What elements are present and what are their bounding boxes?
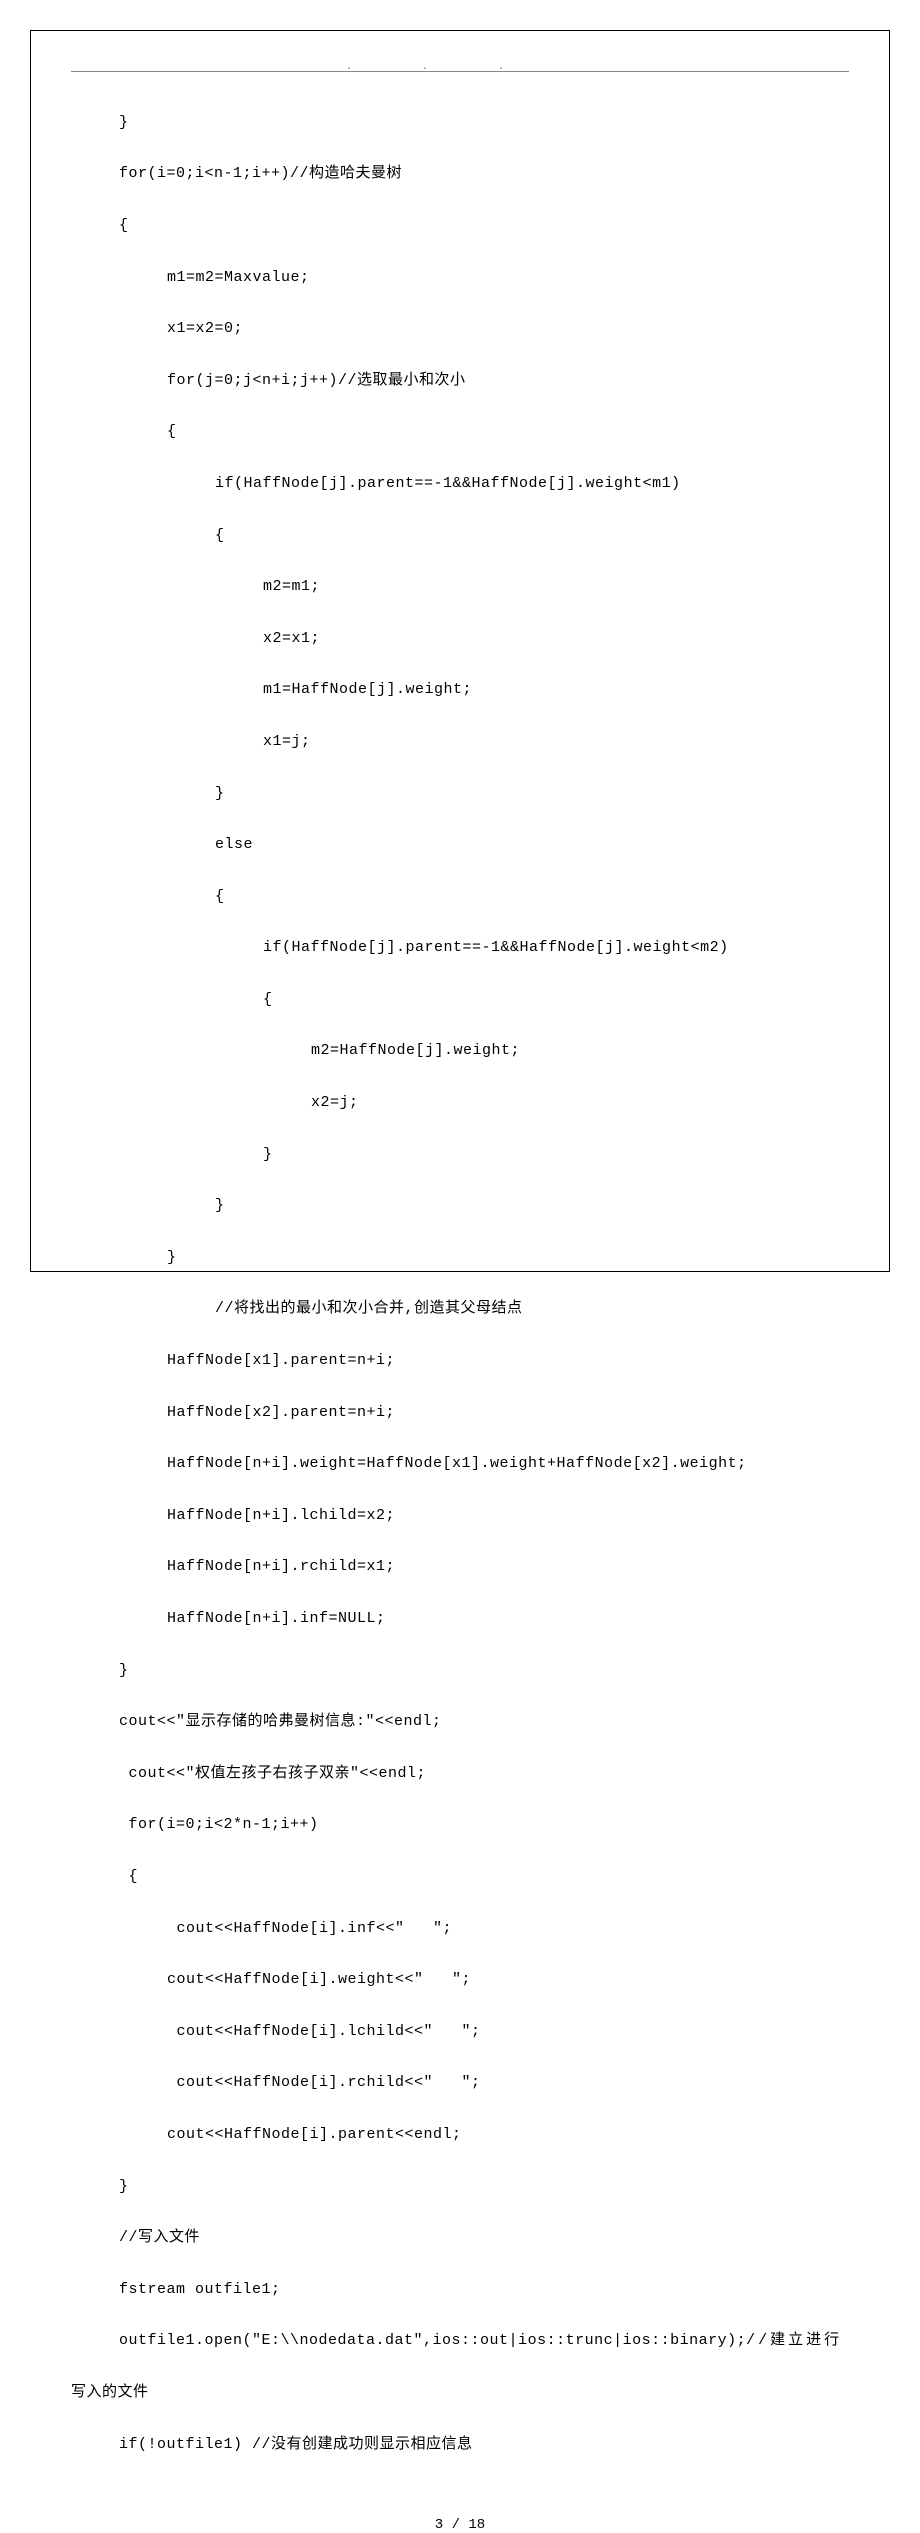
code-line: //写入文件 [71, 2225, 849, 2251]
code-comment: //建立进行 [746, 2332, 842, 2349]
code-text: { [129, 1868, 139, 1885]
code-line: if(HaffNode[j].parent==-1&&HaffNode[j].w… [71, 935, 849, 961]
code-line: cout<<HaffNode[i].parent<<endl; [71, 2122, 849, 2148]
code-line: for(i=0;i<n-1;i++)//构造哈夫曼树 [71, 161, 849, 187]
code-line: cout<<HaffNode[i].lchild<<" "; [71, 2019, 849, 2045]
code-line: { [71, 1864, 849, 1890]
header-rule: ... [71, 71, 849, 72]
code-line: m1=m2=Maxvalue; [71, 265, 849, 291]
code-line: cout<<"显示存储的哈弗曼树信息:"<<endl; [71, 1709, 849, 1735]
code-line: } [71, 110, 849, 136]
code-line: { [71, 213, 849, 239]
code-text: outfile1.open("E:\\nodedata.dat",ios::ou… [119, 2332, 746, 2349]
code-line: for(j=0;j<n+i;j++)//选取最小和次小 [71, 368, 849, 394]
page-number: 3 / 18 [71, 2517, 849, 2533]
code-line: { [71, 987, 849, 1013]
code-line: cout<<HaffNode[i].weight<<" "; [71, 1967, 849, 1993]
code-line: HaffNode[n+i].inf=NULL; [71, 1606, 849, 1632]
code-line: } [71, 781, 849, 807]
code-line: x2=x1; [71, 626, 849, 652]
code-text: for(i=0;i<2*n-1;i++) [129, 1816, 319, 1833]
code-line: HaffNode[n+i].lchild=x2; [71, 1503, 849, 1529]
code-line: } [71, 1658, 849, 1684]
code-text: cout<<HaffNode[i].inf<<" "; [177, 1920, 453, 1937]
code-line: x2=j; [71, 1090, 849, 1116]
code-line: if(HaffNode[j].parent==-1&&HaffNode[j].w… [71, 471, 849, 497]
code-line: fstream outfile1; [71, 2277, 849, 2303]
code-line: HaffNode[n+i].weight=HaffNode[x1].weight… [71, 1451, 849, 1477]
code-line: } [71, 2174, 849, 2200]
code-line: x1=x2=0; [71, 316, 849, 342]
code-line: } [71, 1245, 849, 1271]
code-line: if(!outfile1) //没有创建成功则显示相应信息 [71, 2432, 849, 2458]
code-line: m2=HaffNode[j].weight; [71, 1038, 849, 1064]
code-line: { [71, 523, 849, 549]
code-line: else [71, 832, 849, 858]
code-line: HaffNode[x2].parent=n+i; [71, 1400, 849, 1426]
code-line: m1=HaffNode[j].weight; [71, 677, 849, 703]
code-line: m2=m1; [71, 574, 849, 600]
code-line: HaffNode[x1].parent=n+i; [71, 1348, 849, 1374]
code-text: cout<<HaffNode[i].lchild<<" "; [177, 2023, 481, 2040]
code-line: x1=j; [71, 729, 849, 755]
code-line: cout<<HaffNode[i].inf<<" "; [71, 1916, 849, 1942]
code-line: 写入的文件 [71, 2380, 849, 2406]
code-line: cout<<"权值左孩子右孩子双亲"<<endl; [71, 1761, 849, 1787]
code-line: HaffNode[n+i].rchild=x1; [71, 1554, 849, 1580]
code-line: cout<<HaffNode[i].rchild<<" "; [71, 2070, 849, 2096]
code-line: outfile1.open("E:\\nodedata.dat",ios::ou… [71, 2328, 849, 2354]
code-line: } [71, 1193, 849, 1219]
page-frame: ... } for(i=0;i<n-1;i++)//构造哈夫曼树 { m1=m2… [30, 30, 890, 1272]
code-line: { [71, 884, 849, 910]
code-text: cout<<HaffNode[i].rchild<<" "; [177, 2074, 481, 2091]
header-dots: ... [71, 62, 849, 73]
code-line: } [71, 1142, 849, 1168]
code-line: for(i=0;i<2*n-1;i++) [71, 1812, 849, 1838]
code-line: //将找出的最小和次小合并,创造其父母结点 [71, 1296, 849, 1322]
code-block: } for(i=0;i<n-1;i++)//构造哈夫曼树 { m1=m2=Max… [71, 84, 849, 2509]
code-line: { [71, 419, 849, 445]
code-text: cout<<"权值左孩子右孩子双亲"<<endl; [129, 1765, 427, 1782]
